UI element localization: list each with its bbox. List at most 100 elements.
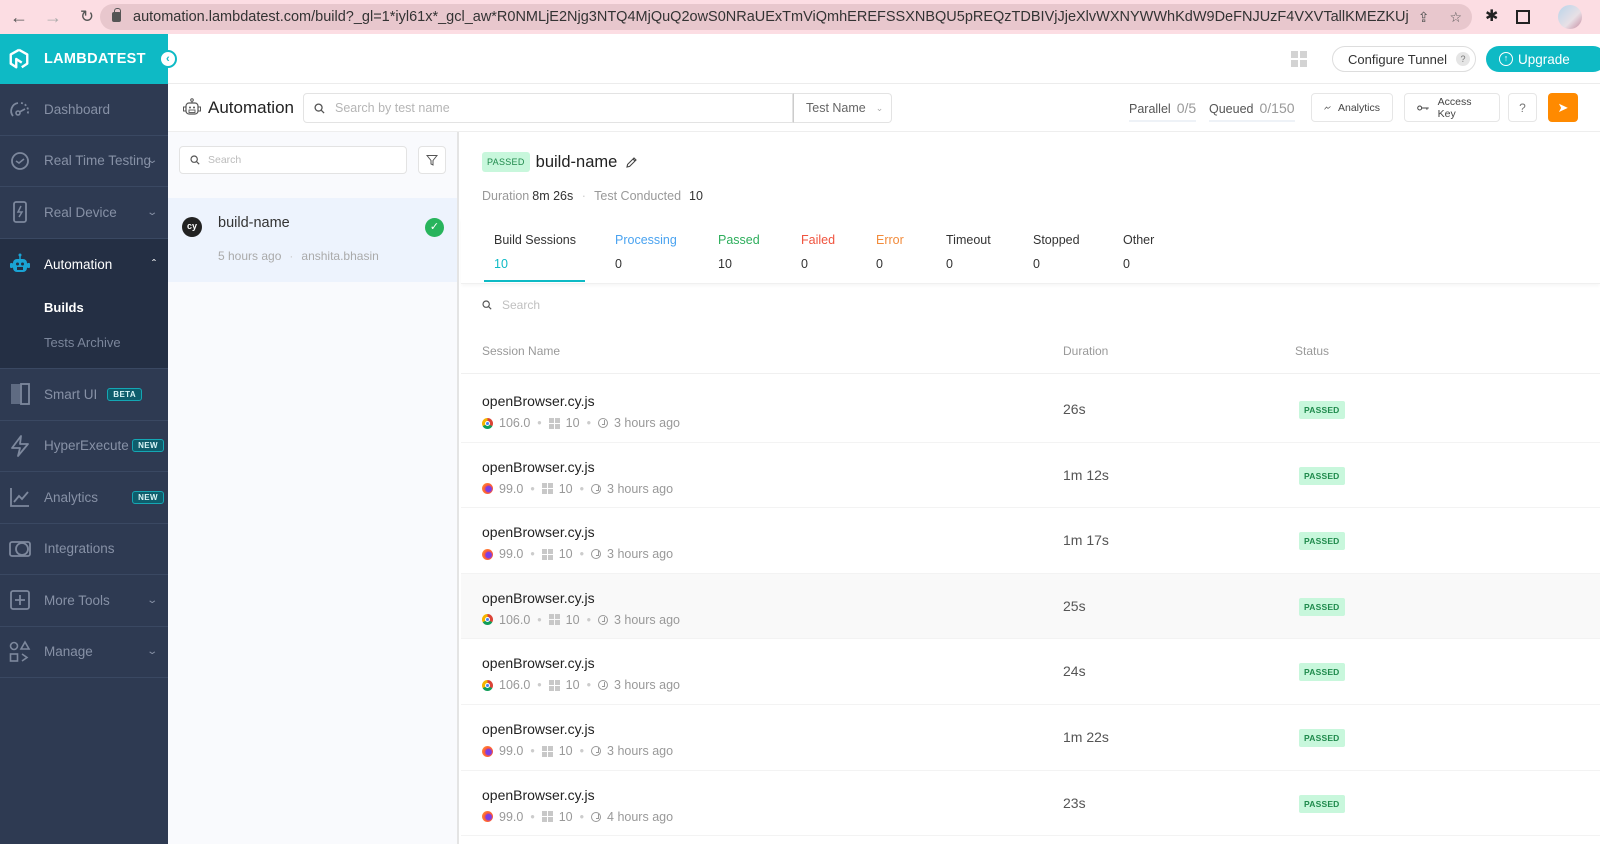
session-row[interactable]: openBrowser.cy.js 106.0 • 10 • 3 hours ago 25s… xyxy=(461,573,1600,640)
extensions-icon[interactable]: ✱ xyxy=(1485,6,1498,26)
clock-icon xyxy=(591,746,602,756)
sidebar-item-manage[interactable]: Manage ⌄ xyxy=(0,627,168,678)
column-status[interactable]: Status xyxy=(1295,344,1329,358)
bookmark-star-icon[interactable]: ☆ xyxy=(1449,9,1462,26)
active-tab-indicator xyxy=(484,280,585,282)
tab-failed[interactable]: Failed 0 xyxy=(801,233,835,271)
reload-icon[interactable]: ↻ xyxy=(76,7,98,27)
session-name[interactable]: openBrowser.cy.js xyxy=(482,787,595,803)
session-duration: 1m 12s xyxy=(1063,466,1109,483)
session-row[interactable]: openBrowser.cy.js 106.0 • 10 • 3 hours ago 24s… xyxy=(461,639,1600,705)
sidebar-subitem-tests-archive[interactable]: Tests Archive xyxy=(0,325,168,360)
tab-stopped[interactable]: Stopped 0 xyxy=(1033,233,1080,271)
sidebar-item-more-tools[interactable]: More Tools ⌄ xyxy=(0,575,168,627)
column-session-name[interactable]: Session Name xyxy=(482,344,560,358)
brand-logo[interactable]: LAMBDATEST ‹ xyxy=(0,34,177,84)
session-row[interactable]: openBrowser.cy.js 99.0 • 10 • 3 hours ago 1m 1… xyxy=(461,508,1600,574)
session-row[interactable]: openBrowser.cy.js 99.0 • 10 • 3 hours ago 1m 2… xyxy=(461,705,1600,771)
tab-count: 0 xyxy=(615,257,622,271)
test-search-input[interactable] xyxy=(335,101,775,115)
chevron-up-icon: ˆ xyxy=(152,257,156,272)
new-badge: NEW xyxy=(132,439,164,453)
help-icon[interactable]: ? xyxy=(1456,52,1471,66)
analytics-button[interactable]: Analytics xyxy=(1311,93,1393,122)
tab-count: 0 xyxy=(1123,257,1130,271)
analytics-label: Analytics xyxy=(1337,101,1380,114)
windows-icon xyxy=(548,614,560,626)
shapes-icon xyxy=(8,640,32,664)
session-search-input[interactable] xyxy=(502,298,902,312)
tab-error[interactable]: Error 0 xyxy=(876,233,904,271)
profile-avatar[interactable] xyxy=(1558,5,1582,29)
builds-panel: cy build-name 5 hours ago·anshita.bhasin… xyxy=(168,132,459,844)
trend-icon xyxy=(1324,105,1331,110)
configure-tunnel-button[interactable]: Configure Tunnel ? xyxy=(1332,46,1476,72)
session-name[interactable]: openBrowser.cy.js xyxy=(482,459,595,475)
browser-toolbar: ← → ↻ automation.lambdatest.com/build?_g… xyxy=(0,0,1600,34)
sidebar-item-automation[interactable]: Automation ˆ xyxy=(0,238,168,290)
configure-tunnel-label: Configure Tunnel xyxy=(1348,51,1448,67)
sidebar-item-dashboard[interactable]: Dashboard xyxy=(0,84,168,136)
parallel-label: Parallel xyxy=(1129,102,1171,116)
tab-timeout[interactable]: Timeout 0 xyxy=(946,233,991,271)
clock-icon xyxy=(597,614,608,625)
forward-icon[interactable]: → xyxy=(42,7,64,28)
sidebar-item-hyperexecute[interactable]: HyperExecute NEW xyxy=(0,421,168,472)
session-row[interactable]: openBrowser.cy.js 99.0 • 10 • 3 hours ago 1m 1… xyxy=(461,443,1600,509)
build-header: PASSED build-name xyxy=(482,152,638,172)
access-key-button[interactable]: Access Key xyxy=(1404,93,1500,122)
upgrade-arrow-icon: ↑ xyxy=(1499,52,1513,66)
share-icon[interactable]: ⇪ xyxy=(1418,9,1430,26)
clock-icon xyxy=(8,149,32,173)
session-name[interactable]: openBrowser.cy.js xyxy=(482,655,595,671)
beta-badge: BETA xyxy=(107,387,143,401)
filter-button[interactable] xyxy=(418,146,446,174)
session-name[interactable]: openBrowser.cy.js xyxy=(482,590,595,606)
tab-processing[interactable]: Processing 0 xyxy=(615,233,677,271)
search-type-select[interactable]: Test Name ⌄ xyxy=(793,93,892,123)
session-duration: 26s xyxy=(1063,401,1086,417)
access-key-label: Access Key xyxy=(1437,95,1472,120)
chrome-browser-icon xyxy=(482,679,493,691)
tab-other[interactable]: Other 0 xyxy=(1123,233,1154,271)
sidebar-item-smart-ui[interactable]: Smart UI BETA xyxy=(0,369,168,421)
column-duration[interactable]: Duration xyxy=(1063,344,1108,358)
build-list-item[interactable]: cy build-name 5 hours ago · anshita.bhasin… xyxy=(168,198,457,282)
help-button[interactable]: ? xyxy=(1508,93,1537,122)
session-search-box xyxy=(482,298,902,312)
session-name[interactable]: openBrowser.cy.js xyxy=(482,393,595,409)
session-name[interactable]: openBrowser.cy.js xyxy=(482,721,595,737)
builds-search-input[interactable] xyxy=(208,154,398,166)
session-row[interactable]: openBrowser.cy.js 99.0 • 10 • 4 hours ago 23s P… xyxy=(461,771,1600,837)
queued-stat: Queued 0/150 xyxy=(1209,100,1295,122)
sidebar-item-real-time-testing[interactable]: Real Time Testing ⌄ xyxy=(0,136,168,187)
back-icon[interactable]: ← xyxy=(8,7,30,28)
tab-count: 10 xyxy=(718,257,732,271)
sidebar-subitem-builds[interactable]: Builds xyxy=(0,290,168,325)
session-name[interactable]: openBrowser.cy.js xyxy=(482,524,595,540)
tab-label: Passed xyxy=(718,233,760,247)
brand-name: LAMBDATEST xyxy=(44,51,146,67)
build-status-badge: PASSED xyxy=(482,152,530,172)
sidebar-item-real-device[interactable]: Real Device ⌄ xyxy=(0,187,168,239)
upgrade-button[interactable]: ↑ Upgrade xyxy=(1486,46,1600,72)
collapse-sidebar-button[interactable]: ‹ xyxy=(159,50,177,68)
side-panel-icon[interactable] xyxy=(1516,10,1530,24)
session-row[interactable]: openBrowser.cy.js 106.0 • 10 • 3 hours ago 26s… xyxy=(461,377,1600,443)
tab-build-sessions[interactable]: Build Sessions 10 xyxy=(494,233,576,271)
firefox-browser-icon xyxy=(482,811,493,823)
windows-icon xyxy=(541,745,553,757)
address-bar[interactable]: automation.lambdatest.com/build?_gl=1*iy… xyxy=(100,4,1472,30)
firefox-browser-icon xyxy=(482,745,493,757)
apps-grid-icon[interactable] xyxy=(1291,51,1307,67)
sidebar-item-label: Analytics xyxy=(44,489,99,505)
edit-pencil-icon[interactable] xyxy=(625,156,638,169)
rocket-icon[interactable]: ➤ xyxy=(1548,93,1578,122)
tab-passed[interactable]: Passed 10 xyxy=(718,233,760,271)
sidebar-item-integrations[interactable]: Integrations xyxy=(0,524,168,575)
lambdatest-logo-icon xyxy=(9,48,29,69)
sidebar-item-analytics[interactable]: Analytics NEW xyxy=(0,472,168,524)
os-version: 10 xyxy=(565,612,580,627)
sidebar-item-label: Integrations xyxy=(44,541,115,557)
windows-icon xyxy=(548,417,560,429)
